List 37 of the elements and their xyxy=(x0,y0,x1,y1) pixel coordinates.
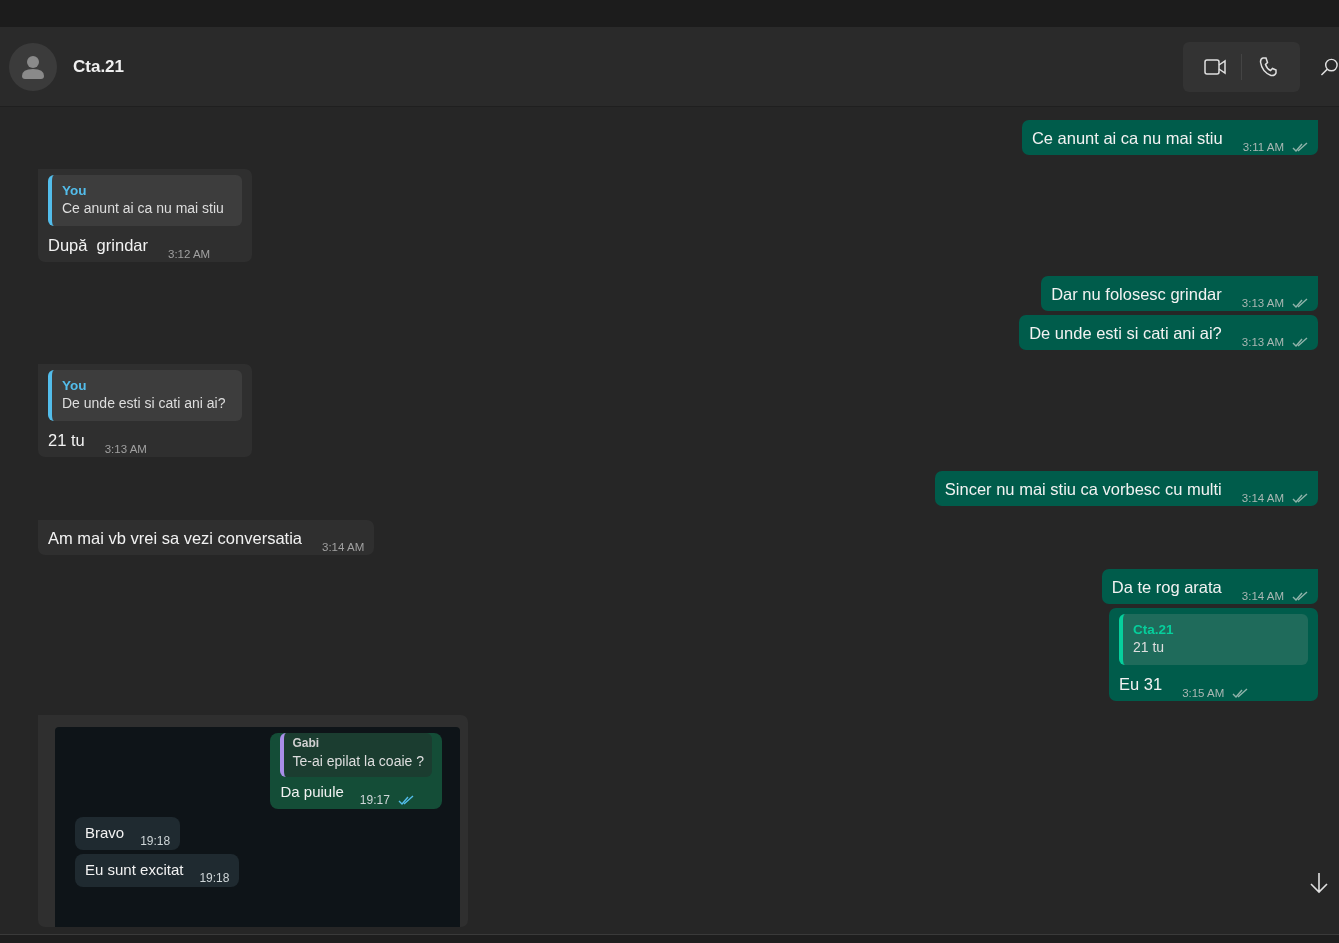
message-time: 3:12 AM xyxy=(168,248,211,260)
message-time: 3:11 AM xyxy=(1242,141,1284,153)
search-button[interactable] xyxy=(1320,56,1339,77)
video-camera-icon xyxy=(1204,57,1226,76)
chat-screenshot[interactable]: Gabi Te-ai epilat la coaie ? Da puiule 19:17 Bravo 19:18 Eu sunt excitat 19:18 xyxy=(55,727,460,927)
quoted-message[interactable]: Cta.21 21 tu xyxy=(1119,614,1308,665)
search-icon xyxy=(1320,56,1339,77)
message-text: Dar nu folosesc grindar xyxy=(1051,284,1222,305)
message-text: Da te rog arata xyxy=(1111,577,1222,598)
message-text: Sincer nu mai stiu ca vorbesc cu multi xyxy=(944,479,1222,500)
phone-icon xyxy=(1259,56,1277,77)
message-text: După grindar xyxy=(48,235,148,256)
message-text: Eu sunt excitat xyxy=(85,860,184,880)
message-time: 3:13 AM xyxy=(1241,336,1284,348)
contact-name[interactable]: Cta.21 xyxy=(73,56,125,77)
message-text: Ce anunt ai ca nu mai stiu xyxy=(1031,128,1223,149)
message-text: 21 tu xyxy=(48,430,85,451)
scroll-down-button[interactable] xyxy=(1308,872,1330,896)
message-text: Am mai vb vrei sa vezi conversatia xyxy=(48,528,302,549)
message-text: De unde esti si cati ani ai? xyxy=(1029,323,1222,344)
quoted-message[interactable]: You Ce anunt ai ca nu mai stiu xyxy=(48,175,242,226)
message-time: 3:13 AM xyxy=(1241,297,1284,309)
message-time: 3:13 AM xyxy=(104,443,147,455)
arrow-down-icon xyxy=(1309,872,1329,894)
message-time: 3:14 AM xyxy=(1241,492,1284,504)
quoted-message[interactable]: You De unde esti si cati ani ai? xyxy=(48,370,242,421)
message-text: Eu 31 xyxy=(1119,674,1163,695)
message-text: Bravo xyxy=(85,823,125,843)
message-time: 3:15 AM xyxy=(1182,687,1225,699)
message-time: 3:14 AM xyxy=(322,541,365,553)
message-time: 19:18 xyxy=(140,834,171,848)
message-time: 3:14 AM xyxy=(1241,590,1284,602)
avatar-icon[interactable] xyxy=(9,42,57,91)
message-time: 19:18 xyxy=(199,871,230,885)
quoted-message[interactable]: Gabi Te-ai epilat la coaie ? xyxy=(280,733,432,777)
message-text: Da puiule xyxy=(280,782,344,802)
message-time: 19:17 xyxy=(359,793,390,807)
